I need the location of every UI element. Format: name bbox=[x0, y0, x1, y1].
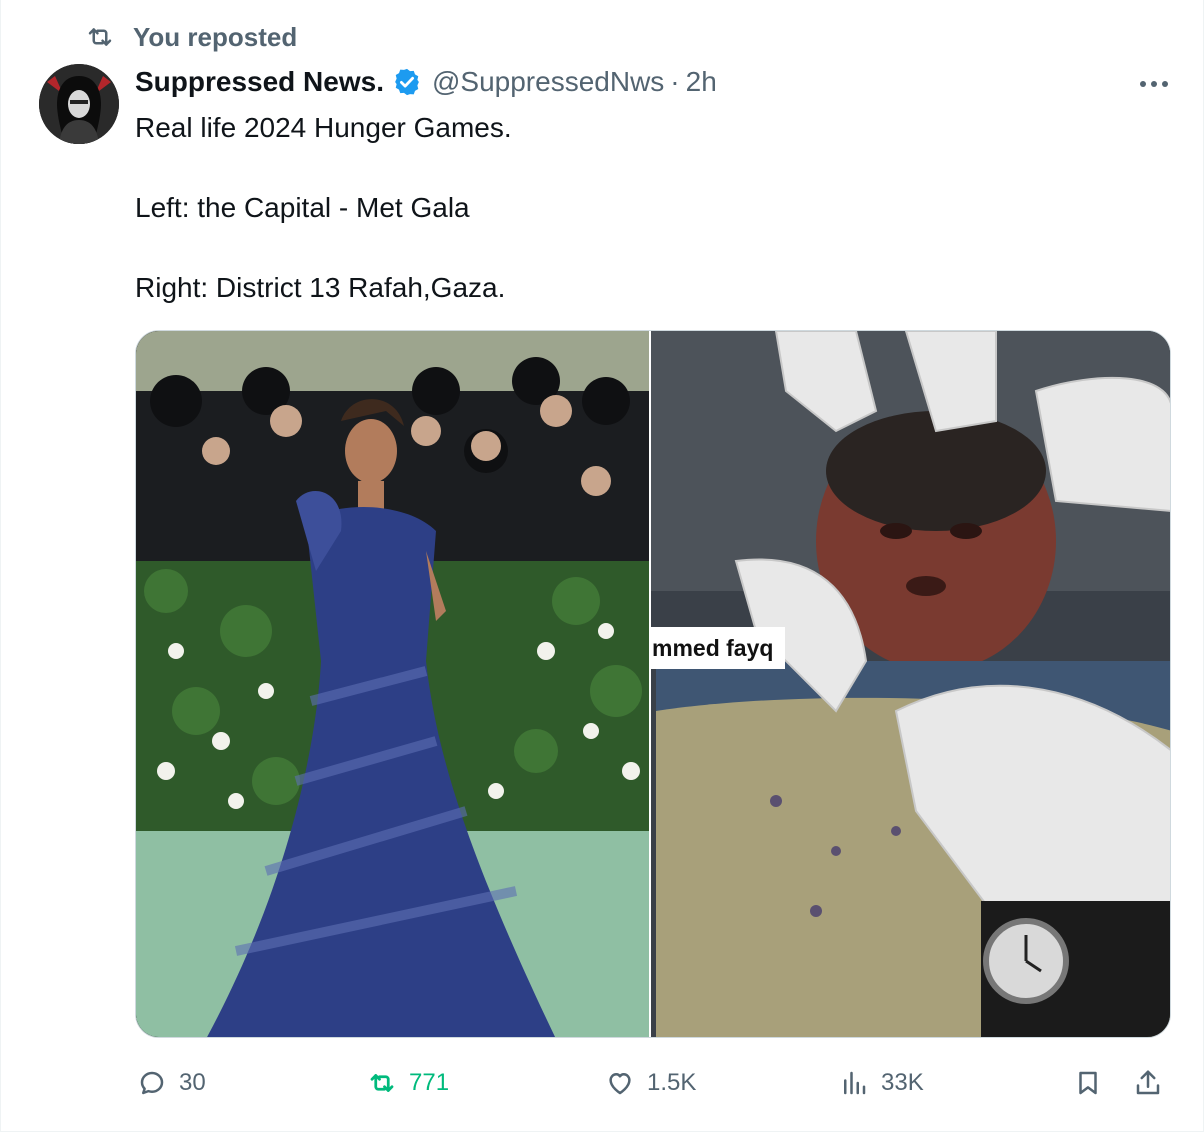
repost-icon bbox=[88, 28, 112, 46]
tweet-card[interactable]: You reposted Suppressed News. @Suppresse… bbox=[0, 0, 1204, 1132]
separator-dot: · bbox=[670, 66, 680, 97]
media-left-image bbox=[136, 331, 650, 1037]
views-count: 33K bbox=[881, 1069, 924, 1096]
tweet-header: Suppressed News. @SuppressedNws · 2h bbox=[135, 62, 717, 102]
reply-count: 30 bbox=[179, 1069, 206, 1096]
avatar[interactable] bbox=[39, 64, 119, 144]
share-button[interactable] bbox=[1133, 1066, 1163, 1100]
tweet-text-line: Right: District 13 Rafah,Gaza. bbox=[135, 272, 506, 303]
more-options-button[interactable] bbox=[1129, 74, 1179, 94]
timestamp[interactable]: 2h bbox=[686, 66, 717, 98]
author-handle[interactable]: @SuppressedNws bbox=[432, 66, 664, 98]
repost-count: 771 bbox=[409, 1069, 450, 1096]
tweet-media[interactable]: mmed fayq bbox=[135, 330, 1171, 1038]
tweet-text-line: Real life 2024 Hunger Games. bbox=[135, 112, 512, 143]
more-dot-icon bbox=[1140, 81, 1146, 87]
like-count: 1.5K bbox=[647, 1069, 697, 1096]
heart-icon bbox=[609, 1073, 631, 1095]
bookmark-icon bbox=[1079, 1071, 1097, 1095]
more-dot-icon bbox=[1162, 81, 1168, 87]
action-bar: 30 771 1.5K 33K bbox=[135, 1058, 1175, 1108]
share-icon bbox=[1136, 1070, 1160, 1095]
like-button[interactable]: 1.5K bbox=[605, 1066, 696, 1100]
reply-button[interactable]: 30 bbox=[137, 1066, 206, 1100]
author-display-name[interactable]: Suppressed News. bbox=[135, 66, 384, 98]
media-right-image bbox=[650, 331, 1170, 1037]
repost-banner-label: You reposted bbox=[133, 21, 298, 52]
more-dot-icon bbox=[1151, 81, 1157, 87]
verified-badge-icon[interactable] bbox=[392, 67, 422, 97]
tweet-text: Real life 2024 Hunger Games. Left: the C… bbox=[135, 108, 1135, 308]
bookmark-button[interactable] bbox=[1073, 1066, 1103, 1100]
reply-icon bbox=[140, 1071, 164, 1095]
repost-button[interactable]: 771 bbox=[367, 1066, 449, 1100]
views-chart-icon bbox=[844, 1071, 866, 1095]
media-overlay-caption: mmed fayq bbox=[650, 627, 786, 669]
views-button[interactable]: 33K bbox=[839, 1066, 924, 1100]
repost-icon bbox=[370, 1074, 394, 1092]
tweet-text-line: Left: the Capital - Met Gala bbox=[135, 192, 470, 223]
repost-banner: You reposted bbox=[85, 20, 297, 54]
